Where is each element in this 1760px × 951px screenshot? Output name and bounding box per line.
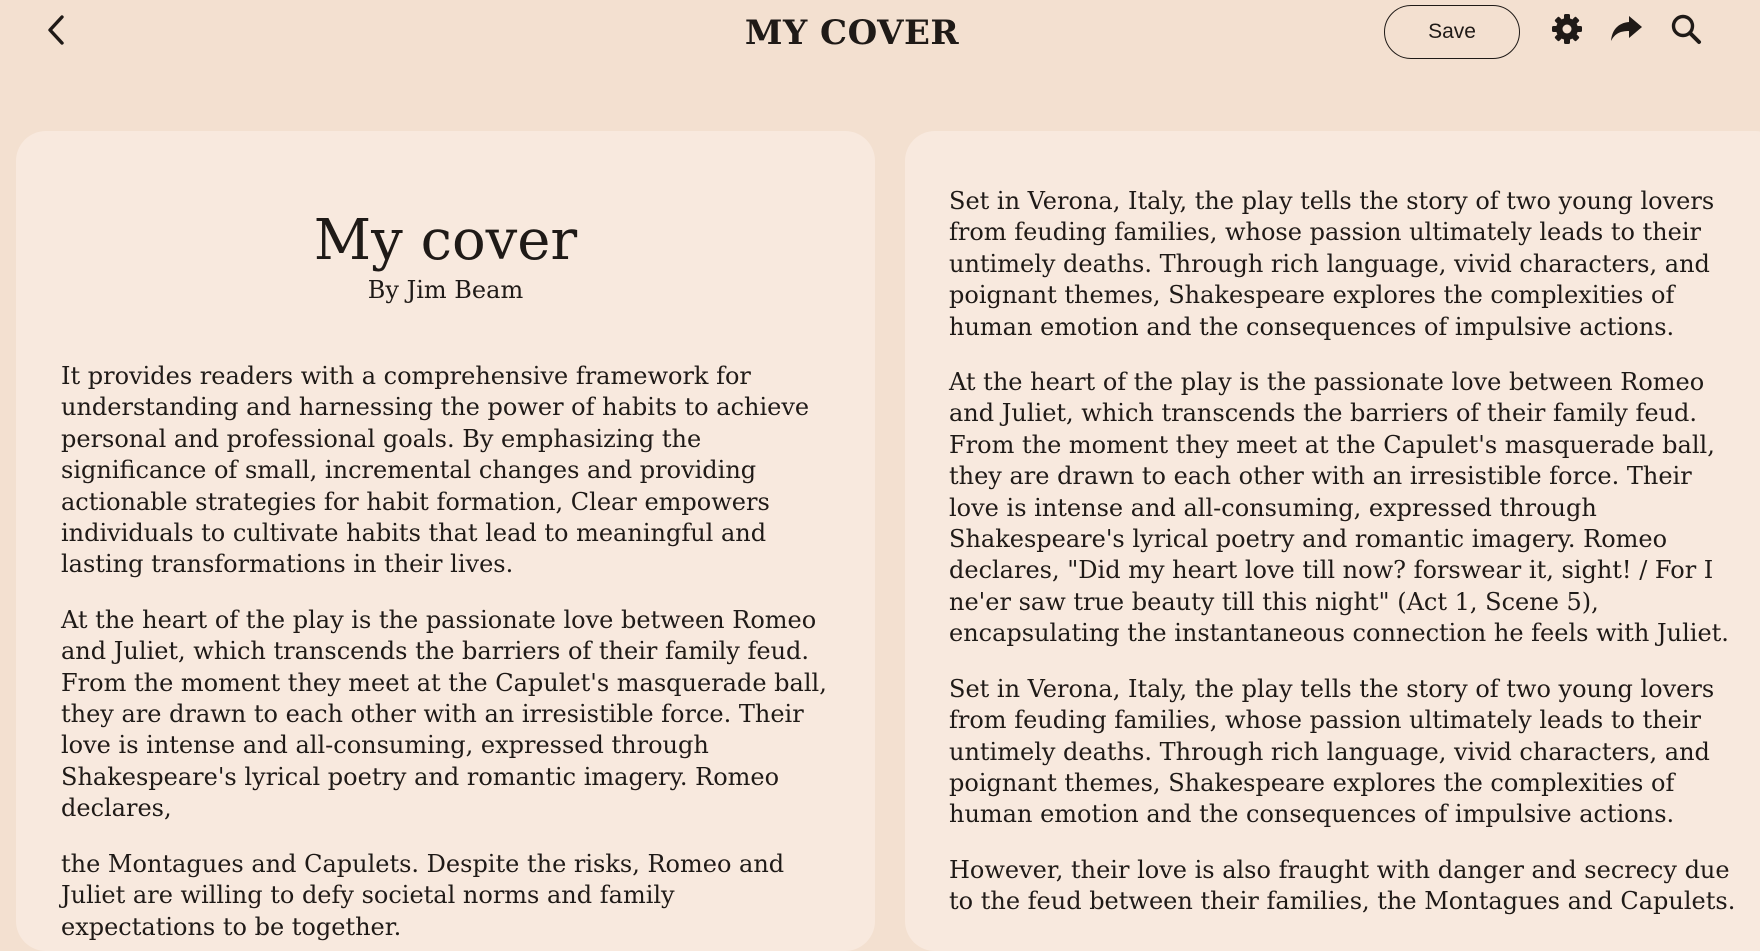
paragraph: At the heart of the play is the passiona… <box>61 605 827 823</box>
share-button[interactable] <box>1607 10 1645 48</box>
left-page-body: It provides readers with a comprehensive… <box>61 361 830 943</box>
right-page-body: Set in Verona, Italy, the play tells the… <box>949 186 1740 918</box>
page-title-text: MY COVER <box>744 13 960 53</box>
cover-author: By Jim Beam <box>367 276 524 304</box>
paragraph: the Montagues and Capulets. Despite the … <box>61 849 785 941</box>
gear-icon <box>1552 14 1582 44</box>
left-page: My cover By Jim Beam It provides readers… <box>16 131 875 951</box>
paragraph: However, their love is also fraught with… <box>949 855 1736 916</box>
right-page: Set in Verona, Italy, the play tells the… <box>905 131 1760 951</box>
paragraph: Set in Verona, Italy, the play tells the… <box>949 674 1715 829</box>
save-button[interactable]: Save <box>1384 5 1520 59</box>
search-icon <box>1671 14 1701 44</box>
cover-heading: My cover <box>313 208 578 273</box>
settings-button[interactable] <box>1548 10 1586 48</box>
top-bar: MY COVER Save <box>0 0 1760 80</box>
paragraph: At the heart of the play is the passiona… <box>949 368 1729 648</box>
paragraph: It provides readers with a comprehensive… <box>61 362 810 579</box>
paragraph: Set in Verona, Italy, the play tells the… <box>949 187 1715 341</box>
search-button[interactable] <box>1667 10 1705 48</box>
share-icon <box>1611 16 1642 41</box>
